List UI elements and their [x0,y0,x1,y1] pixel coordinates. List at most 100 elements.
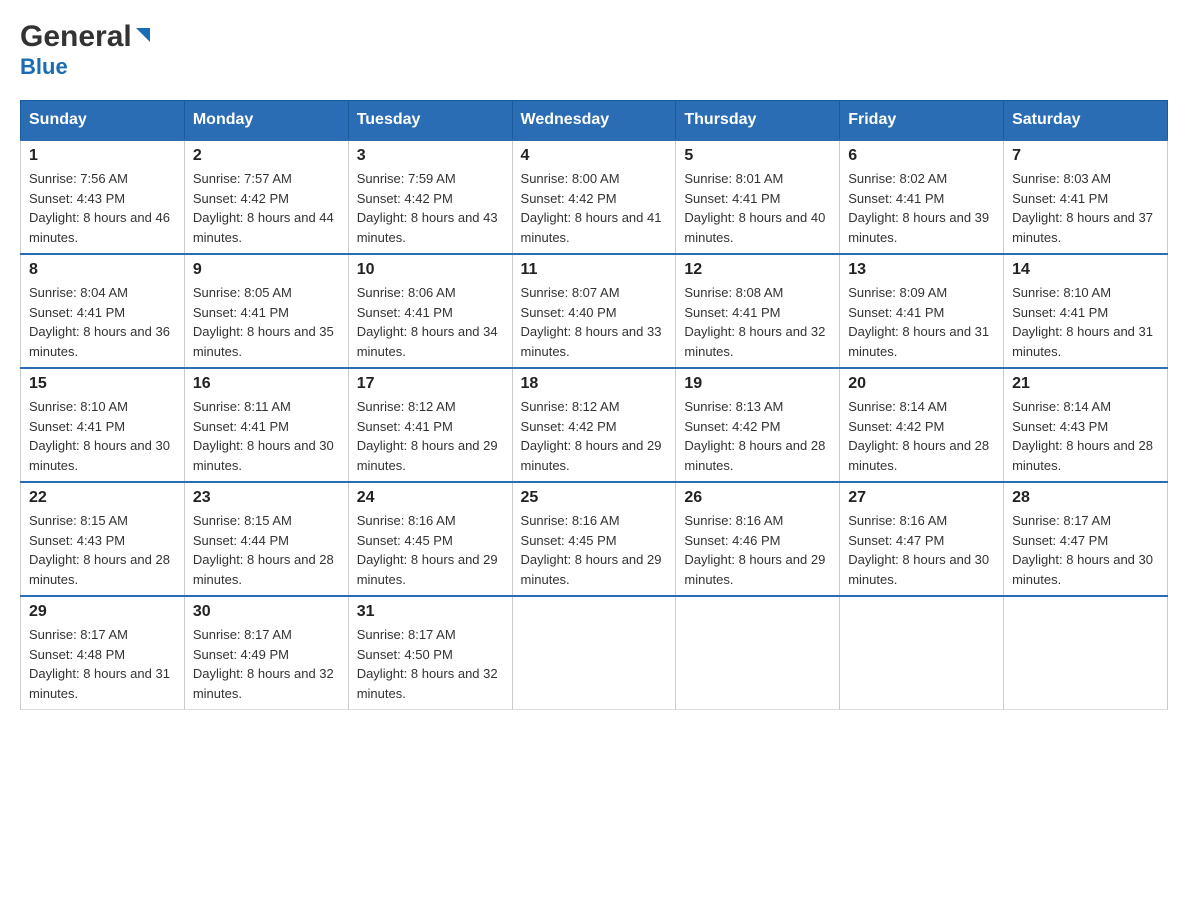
column-header-tuesday: Tuesday [348,101,512,141]
day-info: Sunrise: 8:16 AM Sunset: 4:46 PM Dayligh… [684,511,831,589]
day-number: 1 [29,147,176,165]
day-info: Sunrise: 8:05 AM Sunset: 4:41 PM Dayligh… [193,283,340,361]
calendar-day-cell: 16 Sunrise: 8:11 AM Sunset: 4:41 PM Dayl… [184,368,348,482]
calendar-day-cell: 25 Sunrise: 8:16 AM Sunset: 4:45 PM Dayl… [512,482,676,596]
day-number: 9 [193,261,340,279]
day-info: Sunrise: 8:12 AM Sunset: 4:41 PM Dayligh… [357,397,504,475]
calendar-empty-cell [512,596,676,710]
day-info: Sunrise: 8:03 AM Sunset: 4:41 PM Dayligh… [1012,169,1159,247]
column-header-friday: Friday [840,101,1004,141]
day-number: 31 [357,603,504,621]
day-number: 20 [848,375,995,393]
day-number: 16 [193,375,340,393]
day-number: 23 [193,489,340,507]
calendar-day-cell: 6 Sunrise: 8:02 AM Sunset: 4:41 PM Dayli… [840,140,1004,254]
day-number: 8 [29,261,176,279]
day-number: 30 [193,603,340,621]
day-number: 15 [29,375,176,393]
calendar-day-cell: 2 Sunrise: 7:57 AM Sunset: 4:42 PM Dayli… [184,140,348,254]
calendar-day-cell: 4 Sunrise: 8:00 AM Sunset: 4:42 PM Dayli… [512,140,676,254]
day-number: 7 [1012,147,1159,165]
calendar-header-row: SundayMondayTuesdayWednesdayThursdayFrid… [21,101,1168,141]
day-info: Sunrise: 7:56 AM Sunset: 4:43 PM Dayligh… [29,169,176,247]
calendar-week-row: 29 Sunrise: 8:17 AM Sunset: 4:48 PM Dayl… [21,596,1168,710]
day-info: Sunrise: 8:06 AM Sunset: 4:41 PM Dayligh… [357,283,504,361]
day-info: Sunrise: 8:17 AM Sunset: 4:48 PM Dayligh… [29,625,176,703]
page-header: General Blue [20,20,1168,80]
day-info: Sunrise: 8:08 AM Sunset: 4:41 PM Dayligh… [684,283,831,361]
day-info: Sunrise: 8:02 AM Sunset: 4:41 PM Dayligh… [848,169,995,247]
day-number: 28 [1012,489,1159,507]
calendar-empty-cell [840,596,1004,710]
day-number: 2 [193,147,340,165]
calendar-day-cell: 7 Sunrise: 8:03 AM Sunset: 4:41 PM Dayli… [1004,140,1168,254]
day-info: Sunrise: 8:17 AM Sunset: 4:50 PM Dayligh… [357,625,504,703]
calendar-day-cell: 18 Sunrise: 8:12 AM Sunset: 4:42 PM Dayl… [512,368,676,482]
day-info: Sunrise: 7:59 AM Sunset: 4:42 PM Dayligh… [357,169,504,247]
calendar-day-cell: 1 Sunrise: 7:56 AM Sunset: 4:43 PM Dayli… [21,140,185,254]
calendar-day-cell: 29 Sunrise: 8:17 AM Sunset: 4:48 PM Dayl… [21,596,185,710]
day-info: Sunrise: 8:16 AM Sunset: 4:45 PM Dayligh… [357,511,504,589]
day-number: 18 [521,375,668,393]
column-header-saturday: Saturday [1004,101,1168,141]
day-info: Sunrise: 8:17 AM Sunset: 4:49 PM Dayligh… [193,625,340,703]
day-number: 6 [848,147,995,165]
day-info: Sunrise: 8:15 AM Sunset: 4:44 PM Dayligh… [193,511,340,589]
day-info: Sunrise: 8:07 AM Sunset: 4:40 PM Dayligh… [521,283,668,361]
calendar-day-cell: 30 Sunrise: 8:17 AM Sunset: 4:49 PM Dayl… [184,596,348,710]
calendar-day-cell: 27 Sunrise: 8:16 AM Sunset: 4:47 PM Dayl… [840,482,1004,596]
day-info: Sunrise: 8:14 AM Sunset: 4:42 PM Dayligh… [848,397,995,475]
day-info: Sunrise: 8:10 AM Sunset: 4:41 PM Dayligh… [1012,283,1159,361]
day-number: 12 [684,261,831,279]
day-number: 10 [357,261,504,279]
day-number: 14 [1012,261,1159,279]
calendar-day-cell: 13 Sunrise: 8:09 AM Sunset: 4:41 PM Dayl… [840,254,1004,368]
day-number: 17 [357,375,504,393]
calendar-day-cell: 19 Sunrise: 8:13 AM Sunset: 4:42 PM Dayl… [676,368,840,482]
day-number: 25 [521,489,668,507]
day-info: Sunrise: 7:57 AM Sunset: 4:42 PM Dayligh… [193,169,340,247]
calendar-day-cell: 5 Sunrise: 8:01 AM Sunset: 4:41 PM Dayli… [676,140,840,254]
day-info: Sunrise: 8:13 AM Sunset: 4:42 PM Dayligh… [684,397,831,475]
calendar-day-cell: 15 Sunrise: 8:10 AM Sunset: 4:41 PM Dayl… [21,368,185,482]
calendar-day-cell: 22 Sunrise: 8:15 AM Sunset: 4:43 PM Dayl… [21,482,185,596]
day-number: 11 [521,261,668,279]
calendar-week-row: 1 Sunrise: 7:56 AM Sunset: 4:43 PM Dayli… [21,140,1168,254]
day-info: Sunrise: 8:17 AM Sunset: 4:47 PM Dayligh… [1012,511,1159,589]
calendar-day-cell: 24 Sunrise: 8:16 AM Sunset: 4:45 PM Dayl… [348,482,512,596]
day-info: Sunrise: 8:14 AM Sunset: 4:43 PM Dayligh… [1012,397,1159,475]
day-number: 3 [357,147,504,165]
day-info: Sunrise: 8:01 AM Sunset: 4:41 PM Dayligh… [684,169,831,247]
column-header-thursday: Thursday [676,101,840,141]
calendar-day-cell: 28 Sunrise: 8:17 AM Sunset: 4:47 PM Dayl… [1004,482,1168,596]
day-info: Sunrise: 8:16 AM Sunset: 4:45 PM Dayligh… [521,511,668,589]
calendar-day-cell: 14 Sunrise: 8:10 AM Sunset: 4:41 PM Dayl… [1004,254,1168,368]
day-number: 13 [848,261,995,279]
logo-general-text: General [20,20,132,54]
column-header-sunday: Sunday [21,101,185,141]
calendar-day-cell: 21 Sunrise: 8:14 AM Sunset: 4:43 PM Dayl… [1004,368,1168,482]
column-header-wednesday: Wednesday [512,101,676,141]
calendar-day-cell: 12 Sunrise: 8:08 AM Sunset: 4:41 PM Dayl… [676,254,840,368]
logo-arrow-icon [132,24,154,51]
calendar-day-cell: 8 Sunrise: 8:04 AM Sunset: 4:41 PM Dayli… [21,254,185,368]
calendar-empty-cell [676,596,840,710]
day-number: 29 [29,603,176,621]
day-number: 24 [357,489,504,507]
day-number: 27 [848,489,995,507]
day-number: 26 [684,489,831,507]
day-number: 4 [521,147,668,165]
day-number: 19 [684,375,831,393]
column-header-monday: Monday [184,101,348,141]
logo-blue-text: Blue [20,54,68,80]
day-info: Sunrise: 8:15 AM Sunset: 4:43 PM Dayligh… [29,511,176,589]
calendar-day-cell: 9 Sunrise: 8:05 AM Sunset: 4:41 PM Dayli… [184,254,348,368]
day-info: Sunrise: 8:00 AM Sunset: 4:42 PM Dayligh… [521,169,668,247]
day-info: Sunrise: 8:09 AM Sunset: 4:41 PM Dayligh… [848,283,995,361]
day-number: 21 [1012,375,1159,393]
day-info: Sunrise: 8:12 AM Sunset: 4:42 PM Dayligh… [521,397,668,475]
logo: General Blue [20,20,154,80]
calendar-week-row: 15 Sunrise: 8:10 AM Sunset: 4:41 PM Dayl… [21,368,1168,482]
day-info: Sunrise: 8:11 AM Sunset: 4:41 PM Dayligh… [193,397,340,475]
calendar-table: SundayMondayTuesdayWednesdayThursdayFrid… [20,100,1168,710]
